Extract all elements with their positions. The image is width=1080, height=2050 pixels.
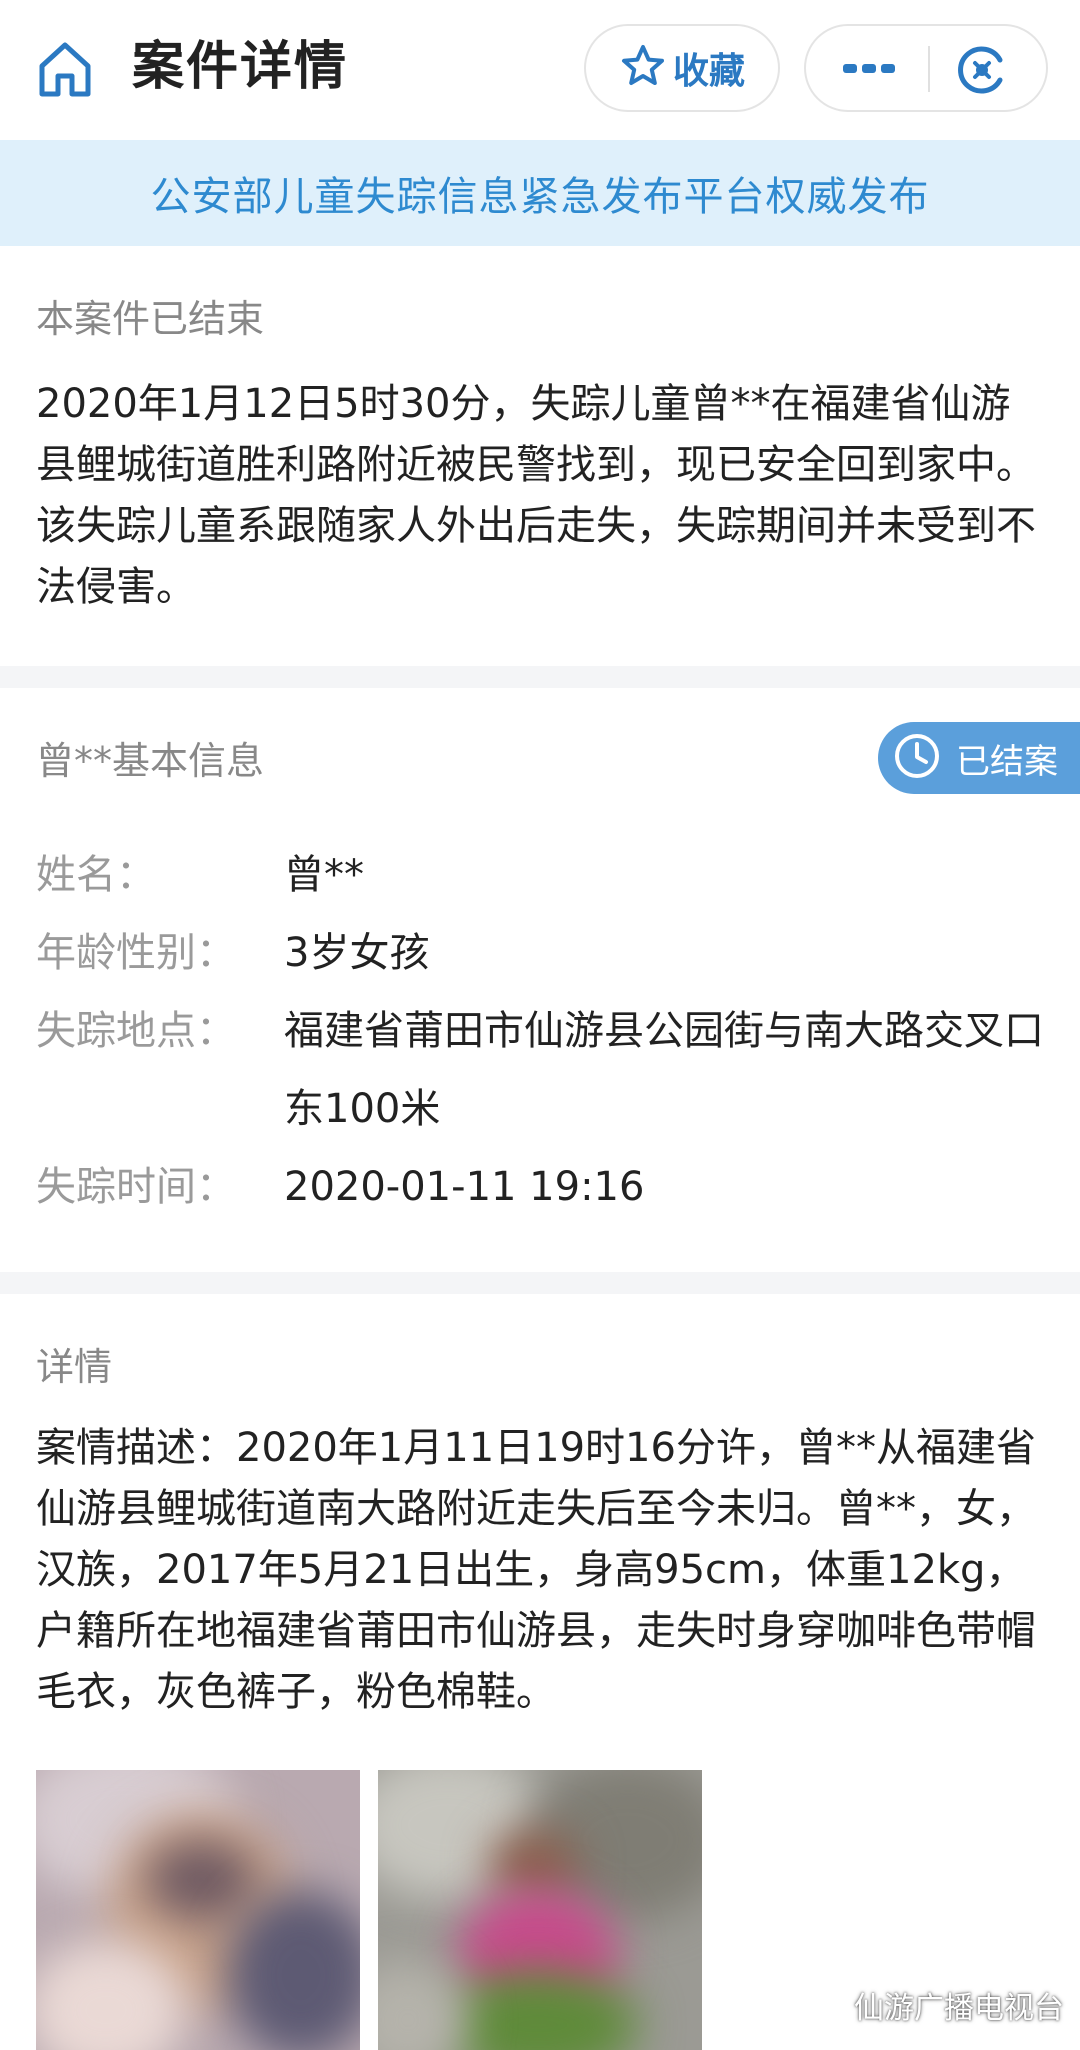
info-row-name: 姓名： 曾** bbox=[36, 836, 1066, 914]
case-detail-page: 案件详情 收藏 公安部儿童失踪信息紧急发布平台权威发布 本案件已结束 2020年… bbox=[0, 0, 1080, 2050]
info-label: 姓名： bbox=[36, 852, 156, 898]
info-row-location: 失踪地点： 福建省莆田市仙游县公园街与南大路交叉口东100米 bbox=[36, 992, 1066, 1148]
info-label: 失踪时间： bbox=[36, 1164, 236, 1210]
status-badge-label: 已结案 bbox=[956, 741, 1058, 782]
basic-info-title: 曾**基本信息 bbox=[36, 739, 265, 783]
case-closed-title: 本案件已结束 bbox=[36, 297, 265, 341]
favorite-button[interactable]: 收藏 bbox=[584, 24, 780, 112]
clock-icon bbox=[892, 731, 942, 785]
page-title: 案件详情 bbox=[132, 37, 349, 97]
authority-banner: 公安部儿童失踪信息紧急发布平台权威发布 bbox=[0, 140, 1080, 246]
info-label: 失踪地点： bbox=[36, 1008, 236, 1054]
banner-text: 公安部儿童失踪信息紧急发布平台权威发布 bbox=[150, 174, 930, 220]
status-badge: 已结案 bbox=[878, 722, 1080, 794]
info-value: 2020-01-11 19:16 bbox=[284, 1164, 645, 1210]
info-value: 福建省莆田市仙游县公园街与南大路交叉口东100米 bbox=[284, 1008, 1044, 1132]
close-icon[interactable] bbox=[954, 42, 1010, 98]
watermark-text: 仙游广播电视台 bbox=[854, 1991, 1064, 2026]
more-icon[interactable] bbox=[836, 44, 902, 94]
child-photo[interactable] bbox=[36, 1770, 360, 2050]
details-text: 案情描述：2020年1月11日19时16分许，曾**从福建省仙游县鲤城街道南大路… bbox=[36, 1425, 1036, 1715]
section-divider bbox=[0, 666, 1080, 688]
case-closed-text: 2020年1月12日5时30分，失踪儿童曾**在福建省仙游县鲤城街道胜利路附近被… bbox=[36, 381, 1036, 610]
info-row-age-gender: 年龄性别： 3岁女孩 bbox=[36, 914, 1066, 992]
info-label: 年龄性别： bbox=[36, 930, 236, 976]
home-icon[interactable] bbox=[32, 36, 98, 102]
info-row-time: 失踪时间： 2020-01-11 19:16 bbox=[36, 1148, 1066, 1226]
favorite-label: 收藏 bbox=[672, 51, 745, 92]
star-icon bbox=[619, 42, 667, 94]
mini-program-capsule bbox=[804, 24, 1048, 112]
info-value: 3岁女孩 bbox=[284, 930, 430, 976]
capsule-divider bbox=[928, 46, 930, 92]
info-value: 曾** bbox=[284, 852, 364, 898]
case-closed-card: 本案件已结束 2020年1月12日5时30分，失踪儿童曾**在福建省仙游县鲤城街… bbox=[0, 246, 1080, 666]
section-divider bbox=[0, 1272, 1080, 1294]
top-nav-bar: 案件详情 收藏 bbox=[0, 0, 1080, 140]
details-title: 详情 bbox=[36, 1345, 113, 1389]
child-photo[interactable] bbox=[378, 1770, 702, 2050]
watermark: 仙游广播电视台 bbox=[800, 1980, 1064, 2030]
wechat-icon bbox=[800, 1985, 844, 2025]
